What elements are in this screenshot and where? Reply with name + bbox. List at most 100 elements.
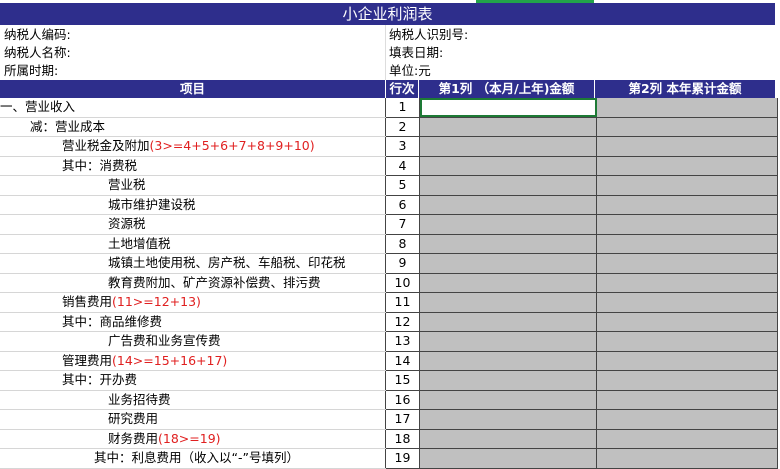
item-cell[interactable]: 管理费用(14>=15+16+17) xyxy=(0,351,386,371)
row-number-cell[interactable]: 3 xyxy=(385,136,420,157)
row-number-cell[interactable]: 14 xyxy=(385,351,420,371)
col2-amount-cell[interactable] xyxy=(596,351,778,371)
table-row: 广告费和业务宣传费 13 xyxy=(0,331,778,352)
col1-amount-cell[interactable] xyxy=(419,292,597,313)
col2-amount-cell[interactable] xyxy=(596,292,778,313)
col1-amount-cell[interactable] xyxy=(419,253,597,274)
col1-amount-cell[interactable] xyxy=(419,351,597,371)
info-divider xyxy=(385,25,386,80)
item-label: 研究费用 xyxy=(108,411,159,427)
col2-amount-cell[interactable] xyxy=(596,273,778,293)
col2-amount-cell[interactable] xyxy=(596,156,778,176)
col2-amount-cell[interactable] xyxy=(596,390,778,410)
col2-amount-cell[interactable] xyxy=(596,195,778,215)
item-cell[interactable]: 营业税金及附加(3>=4+5+6+7+8+9+10) xyxy=(0,136,386,157)
col1-amount-cell[interactable] xyxy=(419,331,597,352)
col1-amount-cell[interactable] xyxy=(419,312,597,332)
col2-amount-cell[interactable] xyxy=(596,409,778,430)
item-cell[interactable]: 减：营业成本 xyxy=(0,117,386,137)
table-row: 城镇土地使用税、房产税、车船税、印花税 9 xyxy=(0,253,778,274)
col2-amount-cell[interactable] xyxy=(596,98,778,118)
item-label: 教育费附加、矿产资源补偿费、排污费 xyxy=(108,274,321,290)
item-cell[interactable]: 城市维护建设税 xyxy=(0,195,386,215)
formula-note: (11>=12+13) xyxy=(112,294,201,310)
item-cell[interactable]: 城镇土地使用税、房产税、车船税、印花税 xyxy=(0,253,386,274)
row-number-cell[interactable]: 19 xyxy=(385,448,420,469)
item-cell[interactable]: 其中：利息费用（收入以“-”号填列） xyxy=(0,448,386,469)
col1-amount-cell[interactable] xyxy=(419,136,597,157)
table-row: 其中：利息费用（收入以“-”号填列） 19 xyxy=(0,448,778,469)
col1-amount-cell[interactable] xyxy=(419,117,597,137)
row-number-cell[interactable]: 12 xyxy=(385,312,420,332)
row-number-cell[interactable]: 11 xyxy=(385,292,420,313)
row-number-cell[interactable]: 10 xyxy=(385,273,420,293)
col1-amount-cell[interactable] xyxy=(419,98,597,118)
col2-amount-cell[interactable] xyxy=(596,214,778,235)
col2-amount-cell[interactable] xyxy=(596,448,778,469)
col2-amount-cell[interactable] xyxy=(596,234,778,254)
col2-amount-cell[interactable] xyxy=(596,253,778,274)
taxpayer-name-label: 纳税人名称: xyxy=(4,45,71,60)
item-cell[interactable]: 土地增值税 xyxy=(0,234,386,254)
row-number-cell[interactable]: 18 xyxy=(385,429,420,449)
item-label: 土地增值税 xyxy=(108,235,171,251)
col1-amount-cell[interactable] xyxy=(419,156,597,176)
col1-amount-cell[interactable] xyxy=(419,195,597,215)
item-cell[interactable]: 营业税 xyxy=(0,175,386,196)
item-label: 其中：消费税 xyxy=(62,157,138,173)
item-cell[interactable]: 业务招待费 xyxy=(0,390,386,410)
profit-table: 一、营业收入 1 减：营业成本 2 营业税金及附加(3>=4+5+6+7+8+9+10)… xyxy=(0,98,778,469)
col1-amount-cell[interactable] xyxy=(419,175,597,196)
col2-amount-cell[interactable] xyxy=(596,312,778,332)
row-number-cell[interactable]: 5 xyxy=(385,175,420,196)
item-cell[interactable]: 资源税 xyxy=(0,214,386,235)
col1-amount-cell[interactable] xyxy=(419,214,597,235)
header-col1: 第1列 （本月/上年)金额 xyxy=(419,80,594,98)
item-cell[interactable]: 其中：商品维修费 xyxy=(0,312,386,332)
item-cell[interactable]: 财务费用(18>=19) xyxy=(0,429,386,449)
item-cell[interactable]: 研究费用 xyxy=(0,409,386,430)
col1-amount-cell[interactable] xyxy=(419,370,597,391)
item-cell[interactable]: 其中：消费税 xyxy=(0,156,386,176)
item-cell[interactable]: 教育费附加、矿产资源补偿费、排污费 xyxy=(0,273,386,293)
item-label: 其中：商品维修费 xyxy=(62,313,163,329)
col2-amount-cell[interactable] xyxy=(596,370,778,391)
formula-note: (14>=15+16+17) xyxy=(112,352,228,368)
row-number-cell[interactable]: 7 xyxy=(385,214,420,235)
col1-amount-cell[interactable] xyxy=(419,273,597,293)
row-number-cell[interactable]: 1 xyxy=(385,98,420,118)
col1-amount-cell[interactable] xyxy=(419,448,597,469)
row-number-cell[interactable]: 17 xyxy=(385,409,420,430)
row-number-cell[interactable]: 4 xyxy=(385,156,420,176)
header-seq: 行次 xyxy=(386,80,418,98)
row-number-cell[interactable]: 16 xyxy=(385,390,420,410)
item-label: 城市维护建设税 xyxy=(108,196,196,212)
row-number-cell[interactable]: 15 xyxy=(385,370,420,391)
item-label: 其中：利息费用（收入以“-”号填列） xyxy=(94,450,299,466)
col2-amount-cell[interactable] xyxy=(596,136,778,157)
col1-amount-cell[interactable] xyxy=(419,390,597,410)
taxpayer-id-label: 纳税人识别号: xyxy=(389,27,469,42)
col1-amount-cell[interactable] xyxy=(419,429,597,449)
col2-amount-cell[interactable] xyxy=(596,175,778,196)
item-cell[interactable]: 其中：开办费 xyxy=(0,370,386,391)
row-number-cell[interactable]: 8 xyxy=(385,234,420,254)
item-label: 销售费用 xyxy=(62,294,113,310)
table-row: 营业税金及附加(3>=4+5+6+7+8+9+10) 3 xyxy=(0,136,778,157)
row-number-cell[interactable]: 6 xyxy=(385,195,420,215)
table-row: 其中：消费税 4 xyxy=(0,156,778,176)
col2-amount-cell[interactable] xyxy=(596,331,778,352)
item-cell[interactable]: 广告费和业务宣传费 xyxy=(0,331,386,352)
item-cell[interactable]: 销售费用(11>=12+13) xyxy=(0,292,386,313)
row-number-cell[interactable]: 2 xyxy=(385,117,420,137)
col2-amount-cell[interactable] xyxy=(596,429,778,449)
col1-amount-cell[interactable] xyxy=(419,234,597,254)
col2-amount-cell[interactable] xyxy=(596,117,778,137)
table-row: 业务招待费 16 xyxy=(0,390,778,410)
row-number-cell[interactable]: 9 xyxy=(385,253,420,274)
table-row: 减：营业成本 2 xyxy=(0,117,778,137)
item-cell[interactable]: 一、营业收入 xyxy=(0,98,386,118)
table-row: 销售费用(11>=12+13) 11 xyxy=(0,292,778,313)
row-number-cell[interactable]: 13 xyxy=(385,331,420,352)
col1-amount-cell[interactable] xyxy=(419,409,597,430)
